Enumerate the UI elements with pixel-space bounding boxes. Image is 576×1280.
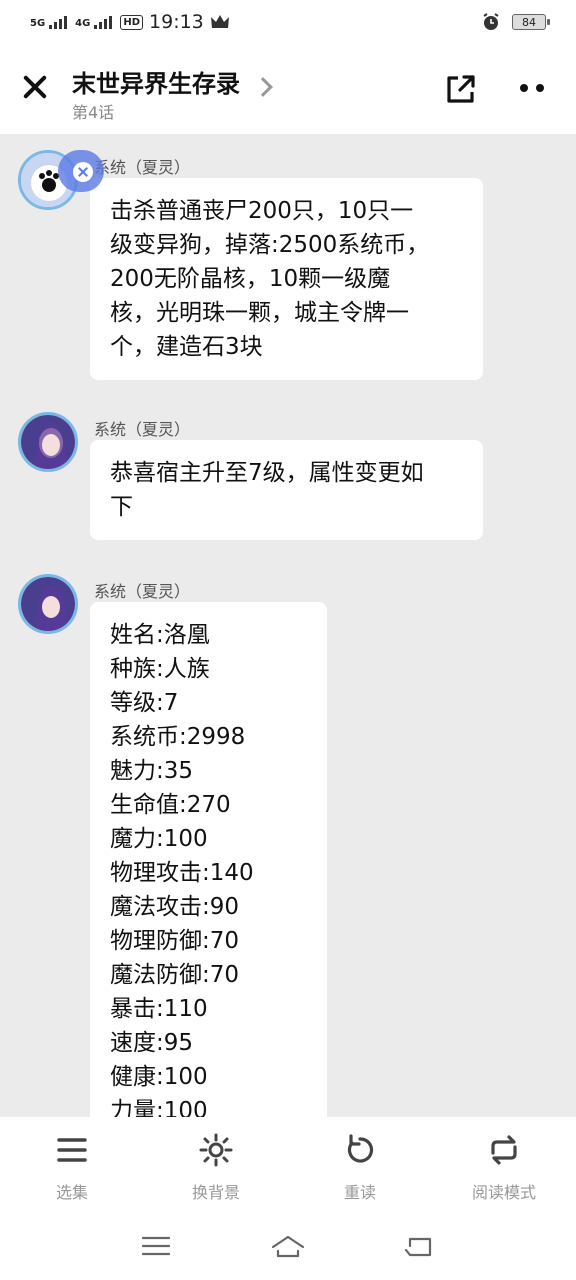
message-line: 魔法攻击:90 xyxy=(110,894,240,920)
page-title[interactable]: 末世异界生存录 xyxy=(72,64,240,99)
message-line: 姓名:洛凰 xyxy=(110,622,210,648)
message-line: 击杀普通丧尸200只，10只一 xyxy=(110,198,414,224)
message-line: 核，光明珠一颗，城主令牌一 xyxy=(110,300,409,326)
recent-apps-icon[interactable] xyxy=(138,1231,174,1261)
message-line: 生命值:270 xyxy=(110,792,231,818)
message-line: 魔法防御:70 xyxy=(110,962,240,988)
chevron-right-icon[interactable] xyxy=(253,77,273,97)
message-line: 个，建造石3块 xyxy=(110,334,263,360)
battery-icon: 84 xyxy=(512,14,550,30)
message-line: 魅力:35 xyxy=(110,758,194,784)
avatar[interactable] xyxy=(18,574,78,634)
hd-voice-icon: HD xyxy=(120,14,144,30)
battery-level: 84 xyxy=(522,15,536,29)
reload-icon xyxy=(347,1134,374,1163)
sender-name: 系统（夏灵） xyxy=(94,582,191,601)
close-icon[interactable] xyxy=(20,72,50,102)
loop-icon xyxy=(491,1135,517,1165)
app-header: 末世异界生存录 第4话 xyxy=(0,44,576,134)
avatar[interactable] xyxy=(18,412,78,472)
home-icon[interactable] xyxy=(270,1231,306,1261)
more-icon[interactable] xyxy=(520,78,554,98)
crown-icon xyxy=(210,15,229,28)
message-bubble[interactable]: 姓名:洛凰 种族:人族 等级:7 系统币:2998 魅力:35 生命值:270 … xyxy=(90,602,327,1162)
change-background-label: 换背景 xyxy=(191,1183,240,1202)
message-line: 物理攻击:140 xyxy=(110,860,254,886)
episode-label: 第4话 xyxy=(72,103,115,122)
message-line: 级变异狗，掉落:2500系统币， xyxy=(110,232,430,258)
signal-5g-label: 5G xyxy=(30,17,46,29)
message-line: 健康:100 xyxy=(110,1064,208,1090)
status-bar: 5G 4G HD 19:13 84 xyxy=(0,0,576,44)
sun-icon xyxy=(199,1133,233,1167)
message-bubble[interactable]: 恭喜宿主升至7级，属性变更如 下 xyxy=(90,440,483,540)
alarm-icon xyxy=(483,13,499,30)
bottom-toolbar: 选集 换背景 重读 阅读模式 xyxy=(0,1117,576,1212)
menu-icon xyxy=(57,1138,87,1162)
signal-4g-label: 4G xyxy=(75,17,91,29)
message-line: 暴击:110 xyxy=(110,996,208,1022)
back-icon[interactable] xyxy=(402,1231,438,1261)
message-line: 魔力:100 xyxy=(110,826,208,852)
message-line: 物理防御:70 xyxy=(110,928,240,954)
close-badge-icon[interactable] xyxy=(73,162,93,182)
message-line: 速度:95 xyxy=(110,1030,194,1056)
reread-label: 重读 xyxy=(343,1183,376,1202)
message-line: 种族:人族 xyxy=(110,656,210,682)
message-line: 200无阶晶核，10颗一级魔 xyxy=(110,266,391,292)
message-line: 下 xyxy=(110,494,133,520)
status-time: 19:13 xyxy=(149,11,204,33)
sender-name: 系统（夏灵） xyxy=(94,158,191,177)
change-background-button[interactable]: 换背景 xyxy=(144,1117,288,1212)
message-line: 系统币:2998 xyxy=(110,724,246,750)
signal-5g-icon: 5G xyxy=(30,15,68,29)
message-line: 恭喜宿主升至7级，属性变更如 xyxy=(110,460,424,486)
episodes-button[interactable]: 选集 xyxy=(0,1117,144,1212)
reading-mode-button[interactable]: 阅读模式 xyxy=(432,1117,576,1212)
reread-button[interactable]: 重读 xyxy=(288,1117,432,1212)
system-nav-bar xyxy=(0,1212,576,1280)
share-icon[interactable] xyxy=(444,72,478,106)
signal-4g-icon: 4G xyxy=(75,15,113,29)
sender-name: 系统（夏灵） xyxy=(94,420,191,439)
episodes-label: 选集 xyxy=(55,1183,88,1202)
reading-mode-label: 阅读模式 xyxy=(471,1183,536,1202)
message-line: 等级:7 xyxy=(110,690,179,716)
message-bubble[interactable]: 击杀普通丧尸200只，10只一 级变异狗，掉落:2500系统币， 200无阶晶核… xyxy=(90,178,483,380)
